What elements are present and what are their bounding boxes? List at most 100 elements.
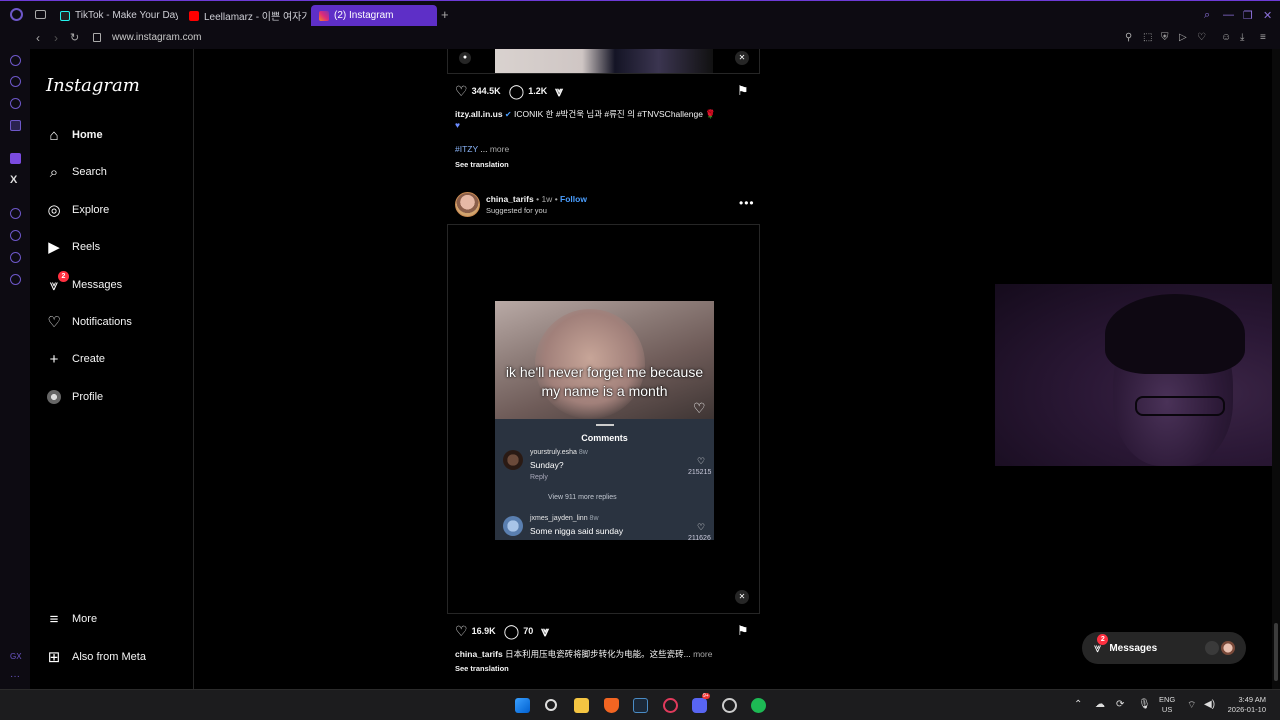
search-icon[interactable]	[545, 699, 557, 711]
close-icon[interactable]: ✕	[1263, 9, 1272, 22]
tab-youtube[interactable]: Leellamarz - 이쁜 여자가	[181, 5, 307, 26]
brave-icon[interactable]	[604, 698, 619, 713]
caption-username[interactable]: itzy.all.in.us	[455, 109, 503, 119]
gx-cleaner-icon[interactable]	[10, 76, 21, 87]
new-tab-button[interactable]: +	[441, 8, 449, 21]
see-translation-link[interactable]: See translation	[455, 160, 509, 169]
obs-icon[interactable]	[722, 698, 737, 713]
caption-username[interactable]: china_tarifs	[455, 649, 503, 659]
start-icon[interactable]	[515, 698, 530, 713]
more-icon[interactable]: ···	[10, 671, 20, 682]
more-link[interactable]: more	[693, 649, 712, 659]
reels-icon: ▶	[48, 239, 60, 256]
heart-icon[interactable]: ♡	[1197, 32, 1206, 43]
player-icon[interactable]	[10, 208, 21, 219]
comment-user: yourstruly.esha	[530, 449, 577, 456]
reload-icon[interactable]: ↻	[70, 31, 79, 44]
file-explorer-icon[interactable]	[574, 698, 589, 713]
share-icon[interactable]: ⩔	[555, 84, 563, 98]
sidebar-item-search[interactable]: ⌕ Search	[46, 164, 107, 181]
post2-video[interactable]: ik he'll never forget me because my name…	[495, 301, 714, 540]
tab-overview-icon[interactable]	[35, 10, 46, 19]
forward-icon[interactable]: ›	[54, 31, 58, 45]
lock-icon	[93, 33, 101, 42]
sync-icon[interactable]: ⟳	[1116, 699, 1124, 710]
sidebar-item-also-from-meta[interactable]: ⊞ Also from Meta	[46, 649, 146, 666]
caption-text: ICONIK 한 #박건욱 님과 #류진 의 #TNVSChallenge 🌹	[514, 109, 716, 119]
post2-actions: ♡ 16.9K ◯ 70 ⩔	[455, 624, 553, 638]
post2-username[interactable]: china_tarifs	[486, 194, 534, 204]
minimize-icon[interactable]: —	[1223, 9, 1234, 21]
tab-instagram[interactable]: (2) Instagram	[311, 5, 437, 26]
language-indicator[interactable]: ENG US	[1159, 695, 1175, 715]
tab-tiktok[interactable]: TikTok - Make Your Day	[52, 5, 178, 26]
gx-control-icon[interactable]	[10, 55, 21, 66]
save-icon[interactable]: ⚑	[737, 623, 749, 639]
player-icon[interactable]: ▷	[1179, 32, 1187, 43]
scrollbar-thumb[interactable]	[1274, 623, 1278, 681]
like-icon[interactable]: ♡	[455, 84, 468, 98]
chevron-up-icon[interactable]: ⌃	[1074, 699, 1082, 710]
sidebar-item-profile[interactable]: Profile	[46, 389, 103, 405]
steam-icon[interactable]	[633, 698, 648, 713]
spotify-icon[interactable]	[751, 698, 766, 713]
search-tabs-icon[interactable]: ⌕	[1204, 9, 1210, 22]
comment-icon[interactable]: ◯	[504, 624, 520, 638]
history-icon[interactable]	[10, 230, 21, 241]
cloud-icon[interactable]: ☁	[1095, 699, 1105, 710]
sidebar-item-create[interactable]: + Create	[46, 351, 105, 368]
menu-icon[interactable]: ≡	[1260, 32, 1266, 43]
settings-icon[interactable]	[10, 274, 21, 285]
sidebar-item-home[interactable]: ⌂ Home	[46, 126, 102, 144]
twitch-icon[interactable]	[10, 153, 21, 164]
comment-icon[interactable]: ◯	[509, 84, 525, 98]
maximize-icon[interactable]: ❐	[1243, 9, 1253, 22]
sidebar-item-more[interactable]: ≡ More	[46, 611, 97, 628]
sidebar-item-reels[interactable]: ▶ Reels	[46, 239, 100, 256]
mute-icon[interactable]: ✕	[735, 51, 749, 65]
mute-icon[interactable]: ✕	[735, 590, 749, 604]
snapshot-icon[interactable]: ⬚	[1143, 32, 1152, 43]
page-scrollbar[interactable]	[1272, 49, 1280, 689]
post2-media[interactable]: ik he'll never forget me because my name…	[447, 224, 760, 614]
messages-pill[interactable]: ⩔ 2 Messages	[1082, 632, 1246, 664]
follow-button[interactable]: Follow	[560, 194, 587, 204]
comment-reply: Reply	[530, 474, 548, 481]
see-translation-link[interactable]: See translation	[455, 664, 509, 673]
gx-corner-icon[interactable]	[10, 98, 21, 109]
like-icon[interactable]: ♡	[455, 624, 468, 638]
home-icon: ⌂	[49, 126, 59, 144]
discord-icon[interactable]	[692, 698, 707, 713]
back-icon[interactable]: ‹	[36, 31, 40, 45]
save-icon[interactable]: ⚑	[737, 83, 749, 99]
post2-avatar[interactable]	[455, 192, 480, 217]
extensions-icon[interactable]	[10, 252, 21, 263]
wifi-icon[interactable]: ⌔	[1187, 699, 1196, 712]
opera-sidebar: X GX ···	[0, 49, 30, 689]
clock[interactable]: 3:49 AM 2026-01-10	[1224, 695, 1266, 715]
shield-icon[interactable]: ⛨	[1161, 32, 1169, 43]
sidebar-item-notifications[interactable]: ♡ Notifications	[46, 314, 132, 331]
post1-media[interactable]	[447, 49, 760, 74]
tagged-user-icon[interactable]: ●	[459, 52, 471, 64]
account-icon[interactable]: ☺	[1221, 32, 1231, 43]
sidebar-item-messages[interactable]: ⩔ 2 Messages	[46, 271, 122, 294]
gx-music-icon[interactable]	[10, 120, 21, 131]
lang-top: ENG	[1159, 695, 1176, 704]
microphone-icon[interactable]: 🎙	[1138, 699, 1151, 710]
share-icon[interactable]: ⩔	[541, 624, 549, 638]
sidebar-item-explore[interactable]: ◎ Explore	[46, 202, 109, 219]
instagram-logo[interactable]: Instagram	[46, 75, 140, 96]
download-icon[interactable]: ⤓	[1240, 32, 1244, 43]
opera-gx-icon[interactable]	[663, 698, 678, 713]
hashtag[interactable]: #ITZY	[455, 144, 478, 154]
clock-date: 2026-01-10	[1227, 705, 1266, 714]
post-options-icon[interactable]: •••	[739, 196, 755, 210]
more-link[interactable]: more	[490, 144, 509, 154]
x-icon[interactable]: X	[10, 174, 17, 186]
opera-menu-icon[interactable]	[10, 8, 23, 21]
url-field[interactable]: www.instagram.com	[112, 32, 201, 43]
volume-icon[interactable]: ◀)	[1204, 699, 1215, 710]
bookmark-icon[interactable]: ⚲	[1125, 32, 1132, 43]
messenger-icon: ⩔ 2	[46, 271, 69, 294]
